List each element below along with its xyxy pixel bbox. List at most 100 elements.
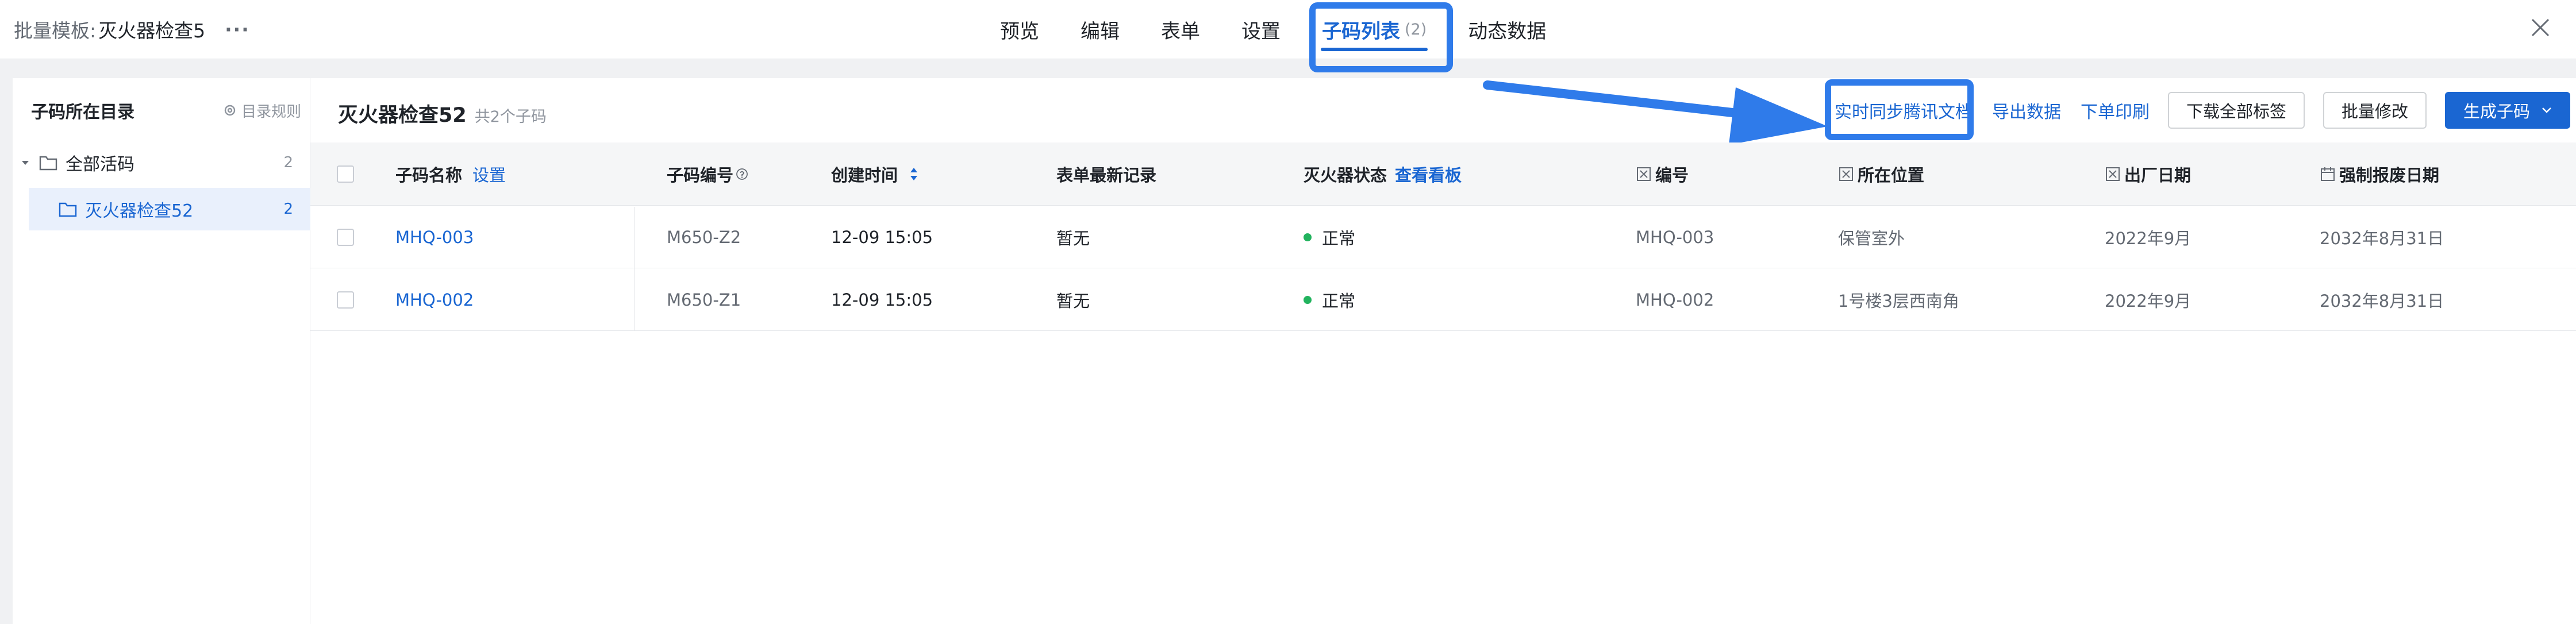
row-checkbox[interactable] xyxy=(337,228,354,246)
tab-subcode-list[interactable]: 子码列表 (2) xyxy=(1320,0,1428,59)
tab-preview[interactable]: 预览 xyxy=(1000,0,1039,59)
select-all-checkbox[interactable] xyxy=(337,165,354,183)
close-icon[interactable] xyxy=(2529,16,2552,39)
page-title: 灭火器检查52 xyxy=(338,104,467,127)
subcode-name-link[interactable]: MHQ-003 xyxy=(395,206,474,268)
subcode-number: M650-Z1 xyxy=(667,290,741,310)
header-status-label: 灭火器状态 xyxy=(1304,165,1387,185)
subcode-number: M650-Z2 xyxy=(667,227,741,247)
action-bar: 实时同步腾讯文档 导出数据 下单印刷 下载全部标签 批量修改 生成子码 xyxy=(1835,92,2571,129)
created-time: 12-09 15:05 xyxy=(831,290,933,310)
field-box-icon xyxy=(1637,167,1651,181)
expiry-value: 2032年8月31日 xyxy=(2320,291,2444,311)
help-icon[interactable] xyxy=(736,168,748,180)
caret-down-icon[interactable] xyxy=(20,157,31,168)
header-code-label: 子码编号 xyxy=(667,165,734,185)
directory-sidebar: 子码所在目录 目录规则 全部活码 2 灭火器检查52 2 xyxy=(13,78,310,624)
template-name: 灭火器检查5 xyxy=(98,20,206,42)
expiry-value: 2032年8月31日 xyxy=(2320,228,2444,248)
select-all-cell xyxy=(337,142,354,205)
header-name: 子码名称 设置 xyxy=(395,142,506,205)
header-name-settings-link[interactable]: 设置 xyxy=(472,162,506,186)
field-box-icon xyxy=(1839,167,1853,181)
header-expiry-label: 强制报废日期 xyxy=(2339,165,2440,185)
header-manufactured: 出厂日期 xyxy=(2105,142,2191,205)
header-name-label: 子码名称 xyxy=(395,165,463,185)
sidebar-item-all[interactable]: 全部活码 2 xyxy=(13,141,310,184)
tab-label: 表单 xyxy=(1161,20,1200,43)
batch-edit-button[interactable]: 批量修改 xyxy=(2323,92,2427,129)
tab-form[interactable]: 表单 xyxy=(1161,0,1200,59)
header-location: 所在位置 xyxy=(1838,142,1924,205)
tab-count: (2) xyxy=(1405,21,1427,38)
main-panel: 子码所在目录 目录规则 全部活码 2 灭火器检查52 2 灭火器检查52 共2个… xyxy=(13,78,2576,624)
order-printing-link[interactable]: 下单印刷 xyxy=(2081,98,2150,123)
number-value: MHQ-003 xyxy=(1636,227,1714,247)
header-number-label: 编号 xyxy=(1655,165,1689,185)
header-code: 子码编号 xyxy=(667,142,748,205)
status-badge: 正常 xyxy=(1304,269,1355,330)
header-created[interactable]: 创建时间 xyxy=(831,142,918,205)
tab-label: 设置 xyxy=(1241,20,1281,43)
number-value: MHQ-002 xyxy=(1636,290,1714,310)
generate-subcode-label: 生成子码 xyxy=(2463,102,2531,121)
row-select-cell xyxy=(337,269,354,330)
gear-icon xyxy=(224,105,236,116)
subcode-name-link[interactable]: MHQ-002 xyxy=(395,269,474,330)
generate-subcode-button[interactable]: 生成子码 xyxy=(2445,92,2571,129)
header-latest-record: 表单最新记录 xyxy=(1056,165,1157,185)
table-row[interactable]: MHQ-002 M650-Z1 12-09 15:05 暂无 正常 MHQ-00… xyxy=(310,269,2576,331)
header-manufactured-label: 出厂日期 xyxy=(2124,165,2191,185)
export-data-link[interactable]: 导出数据 xyxy=(1992,98,2061,123)
status-text: 正常 xyxy=(1322,291,1356,311)
manufactured-value: 2022年9月 xyxy=(2105,228,2191,248)
calendar-icon xyxy=(2321,167,2335,181)
view-dashboard-link[interactable]: 查看看板 xyxy=(1395,162,1462,186)
row-select-cell xyxy=(337,206,354,268)
sidebar-title: 子码所在目录 xyxy=(31,102,134,122)
folder-icon xyxy=(39,156,57,171)
status-text: 正常 xyxy=(1322,228,1356,248)
download-all-labels-button[interactable]: 下载全部标签 xyxy=(2168,92,2305,129)
subcode-count-text: 共2个子码 xyxy=(474,108,547,126)
directory-rules-label: 目录规则 xyxy=(241,103,301,121)
header-status: 灭火器状态 查看看板 xyxy=(1304,142,1462,205)
field-box-icon xyxy=(2106,167,2120,181)
frozen-column-divider xyxy=(634,207,635,331)
status-dot-icon xyxy=(1304,295,1312,304)
tab-dynamic-data[interactable]: 动态数据 xyxy=(1468,0,1546,59)
row-checkbox[interactable] xyxy=(337,291,354,309)
tab-label: 编辑 xyxy=(1081,20,1120,43)
tab-settings[interactable]: 设置 xyxy=(1241,0,1281,59)
tab-edit[interactable]: 编辑 xyxy=(1081,0,1120,59)
latest-record: 暂无 xyxy=(1056,291,1090,311)
more-menu-button[interactable]: ··· xyxy=(225,18,250,41)
content-header: 灭火器检查52 共2个子码 xyxy=(338,99,547,127)
latest-record: 暂无 xyxy=(1056,228,1090,248)
template-label: 批量模板: xyxy=(14,20,97,42)
header-number: 编号 xyxy=(1636,142,1689,205)
annotation-arrow-icon xyxy=(1483,80,1828,145)
chevron-down-icon xyxy=(2542,107,2551,113)
sort-icon[interactable] xyxy=(909,165,918,183)
tab-label: 子码列表 xyxy=(1322,20,1400,43)
top-bar: 批量模板: 灭火器检查5 ··· 预览 编辑 表单 设置 子码列表 (2) 动态… xyxy=(0,0,2576,59)
sidebar-item-count: 2 xyxy=(283,154,293,171)
manufactured-value: 2022年9月 xyxy=(2105,291,2191,311)
table-row[interactable]: MHQ-003 M650-Z2 12-09 15:05 暂无 正常 MHQ-00… xyxy=(310,206,2576,268)
table-header: 子码名称 设置 子码编号 创建时间 表单最新记录 灭火器状态 查看看板 编号 所… xyxy=(310,142,2576,206)
status-dot-icon xyxy=(1304,233,1312,241)
location-value: 1号楼3层西南角 xyxy=(1838,291,1959,311)
sidebar-item-fire-extinguisher-check[interactable]: 灭火器检查52 2 xyxy=(29,188,310,230)
header-expiry: 强制报废日期 xyxy=(2320,142,2439,205)
sync-tencent-docs-link[interactable]: 实时同步腾讯文档 xyxy=(1835,98,1973,123)
tab-label: 预览 xyxy=(1000,20,1039,43)
tab-bar: 预览 编辑 表单 设置 子码列表 (2) 动态数据 xyxy=(1000,0,1587,59)
header-location-label: 所在位置 xyxy=(1858,165,1925,185)
sidebar-item-count: 2 xyxy=(283,201,293,218)
folder-icon xyxy=(59,202,77,217)
sidebar-header: 子码所在目录 目录规则 xyxy=(31,99,301,122)
directory-rules-button[interactable]: 目录规则 xyxy=(223,100,301,121)
content-area: 灭火器检查52 共2个子码 实时同步腾讯文档 导出数据 下单印刷 下载全部标签 … xyxy=(310,78,2576,624)
created-time: 12-09 15:05 xyxy=(831,227,933,247)
